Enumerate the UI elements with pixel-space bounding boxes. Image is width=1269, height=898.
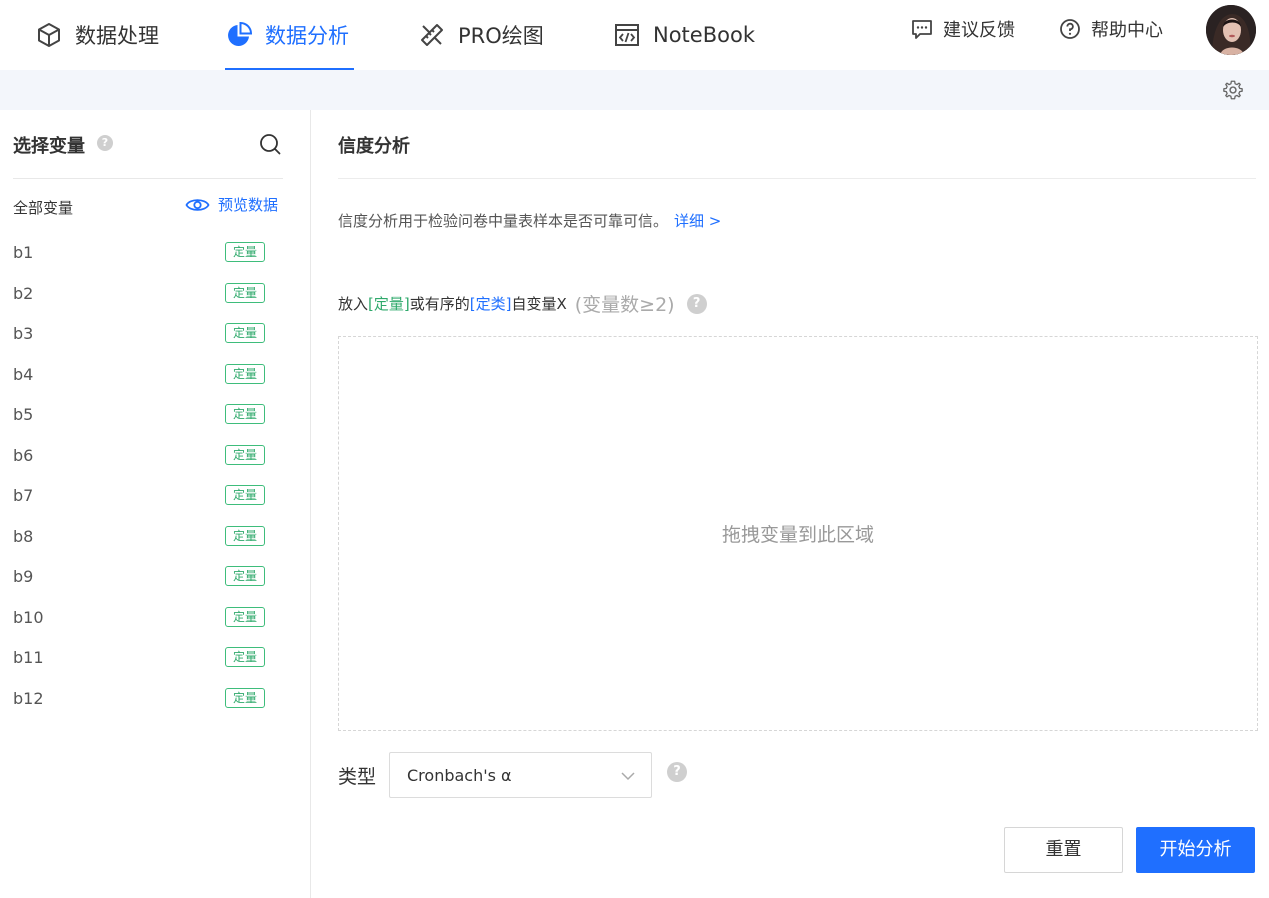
variable-item[interactable]: b6 定量 bbox=[0, 437, 300, 477]
variable-panel-title: 选择变量 bbox=[13, 136, 85, 157]
variable-name: b4 bbox=[13, 364, 34, 384]
variable-name: b5 bbox=[13, 405, 34, 424]
preview-data-button[interactable]: 预览数据 bbox=[185, 194, 278, 215]
type-select-value: Cronbach's α bbox=[407, 766, 512, 785]
detail-link[interactable]: 详细 > bbox=[674, 212, 721, 230]
variable-name: b12 bbox=[13, 688, 44, 708]
help-icon bbox=[1060, 19, 1080, 39]
variable-item[interactable]: b10 定量 bbox=[0, 599, 300, 639]
tab-notebook[interactable]: NoteBook bbox=[613, 0, 755, 70]
variable-drop-zone[interactable]: 拖拽变量到此区域 bbox=[338, 336, 1258, 731]
dropzone-placeholder: 拖拽变量到此区域 bbox=[721, 524, 874, 546]
toolbar-strip bbox=[0, 70, 1269, 110]
variable-type-badge: 定量 bbox=[225, 363, 265, 384]
drop-instruction: 放入 [定量] 或有序的 [定类] 自变量X (变量数≥2) ? bbox=[338, 290, 707, 317]
pie-chart-icon bbox=[228, 21, 253, 46]
instruction-middle: 或有序的 bbox=[409, 295, 470, 313]
help-label: 帮助中心 bbox=[1091, 20, 1163, 41]
variable-type-badge: 定量 bbox=[225, 566, 265, 586]
tab-pro-plot[interactable]: PRO绘图 bbox=[418, 0, 544, 70]
description-text: 信度分析用于检验问卷中量表样本是否可靠可信。 bbox=[338, 212, 669, 230]
variable-name: b3 bbox=[13, 324, 34, 343]
type-label: 类型 bbox=[338, 766, 377, 788]
variable-name: b6 bbox=[13, 445, 34, 465]
reset-button[interactable]: 重置 bbox=[1004, 827, 1123, 873]
variable-item[interactable]: b4 定量 bbox=[0, 356, 300, 396]
variable-name: b9 bbox=[13, 567, 34, 586]
variable-item[interactable]: b5 定量 bbox=[0, 396, 300, 436]
instruction-prefix: 放入 bbox=[338, 295, 369, 313]
variable-item[interactable]: b3 定量 bbox=[0, 315, 300, 355]
variable-type-badge: 定量 bbox=[225, 323, 265, 343]
help-question-icon[interactable]: ? bbox=[686, 293, 707, 314]
variable-type-badge: 定量 bbox=[225, 444, 265, 465]
analysis-description: 信度分析用于检验问卷中量表样本是否可靠可信。 详细 > bbox=[338, 210, 721, 231]
gear-icon[interactable] bbox=[1222, 79, 1244, 101]
categorical-tag: [定类] bbox=[469, 295, 512, 313]
instruction-suffix: 自变量X bbox=[511, 295, 567, 313]
tab-data-analysis[interactable]: 数据分析 bbox=[225, 0, 354, 70]
variable-type-badge: 定量 bbox=[225, 485, 265, 505]
tab-data-processing[interactable]: 数据处理 bbox=[35, 0, 159, 70]
variable-type-badge: 定量 bbox=[225, 282, 265, 303]
variable-item[interactable]: b12 定量 bbox=[0, 680, 300, 720]
code-window-icon bbox=[615, 24, 639, 46]
variable-name: b10 bbox=[13, 607, 44, 627]
variable-item[interactable]: b2 定量 bbox=[0, 275, 300, 315]
avatar-image bbox=[1206, 5, 1256, 55]
page-title: 信度分析 bbox=[338, 136, 410, 157]
variable-item[interactable]: b8 定量 bbox=[0, 518, 300, 558]
help-question-icon[interactable]: ? bbox=[97, 135, 113, 151]
all-variables-label: 全部变量 bbox=[13, 199, 74, 217]
preview-data-label: 预览数据 bbox=[218, 196, 279, 214]
variable-name: b2 bbox=[13, 283, 34, 303]
variable-item[interactable]: b9 定量 bbox=[0, 558, 300, 598]
tab-label: PRO绘图 bbox=[458, 24, 544, 48]
variable-type-badge: 定量 bbox=[225, 404, 265, 424]
comment-icon bbox=[912, 20, 932, 39]
variable-name: b11 bbox=[13, 648, 44, 667]
variable-type-badge: 定量 bbox=[225, 687, 265, 708]
feedback-label: 建议反馈 bbox=[943, 20, 1015, 41]
help-center-button[interactable]: 帮助中心 bbox=[1059, 0, 1163, 58]
tab-label: 数据分析 bbox=[265, 24, 349, 48]
variable-name: b7 bbox=[13, 486, 34, 505]
eye-icon bbox=[185, 198, 210, 211]
tab-label: 数据处理 bbox=[75, 24, 159, 48]
variable-item[interactable]: b7 定量 bbox=[0, 477, 300, 517]
tab-label: NoteBook bbox=[653, 23, 755, 47]
variable-panel: 选择变量 ? 全部变量 预览数据 b1 定量 b2 定量 b3 定量 b4 定量 b5 定量 b6 定… bbox=[0, 110, 311, 898]
help-question-icon[interactable]: ? bbox=[667, 762, 687, 782]
start-analysis-button[interactable]: 开始分析 bbox=[1136, 827, 1255, 873]
variable-item[interactable]: b11 定量 bbox=[0, 639, 300, 679]
avatar[interactable] bbox=[1206, 5, 1256, 55]
top-navigation: 数据处理 数据分析 PRO绘图 NoteBook 建议反馈 帮助中心 bbox=[0, 0, 1269, 70]
type-select[interactable]: Cronbach's α bbox=[389, 752, 652, 798]
quantitative-tag: [定量] bbox=[368, 295, 410, 313]
ruler-pencil-icon bbox=[421, 24, 443, 46]
divider bbox=[338, 178, 1256, 179]
feedback-button[interactable]: 建议反馈 bbox=[911, 0, 1015, 58]
chevron-down-icon bbox=[621, 772, 635, 781]
variable-name: b1 bbox=[13, 243, 34, 262]
variable-name: b8 bbox=[13, 526, 34, 546]
variable-type-badge: 定量 bbox=[225, 242, 265, 262]
search-icon[interactable] bbox=[258, 132, 282, 156]
variable-item[interactable]: b1 定量 bbox=[0, 234, 300, 274]
cube-icon bbox=[38, 23, 60, 47]
variable-type-badge: 定量 bbox=[225, 525, 265, 546]
variable-type-badge: 定量 bbox=[225, 647, 265, 667]
variable-type-badge: 定量 bbox=[225, 606, 265, 627]
variable-count-hint: (变量数≥2) bbox=[574, 294, 675, 316]
divider bbox=[13, 178, 283, 179]
